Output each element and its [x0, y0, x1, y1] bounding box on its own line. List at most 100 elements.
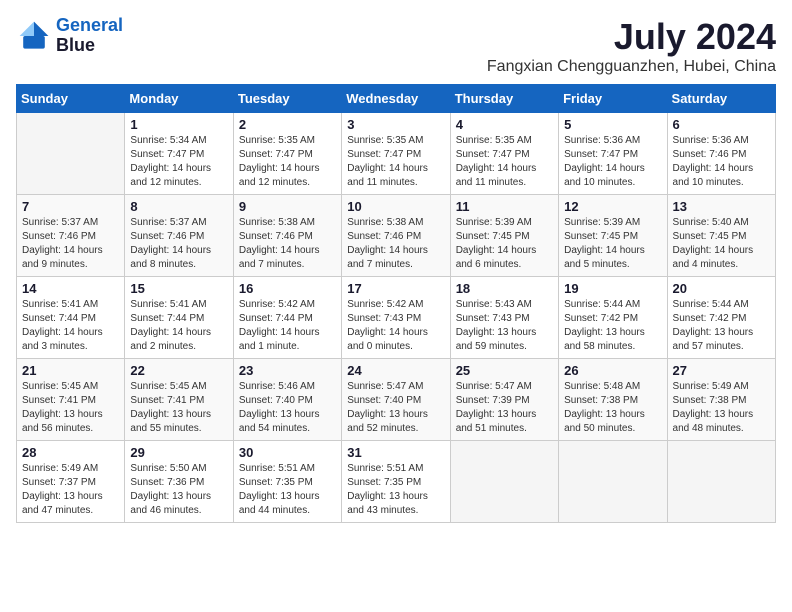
day-info: Sunrise: 5:46 AM Sunset: 7:40 PM Dayligh… [239, 380, 336, 436]
calendar-cell: 25Sunrise: 5:47 AM Sunset: 7:39 PM Dayli… [450, 359, 558, 441]
calendar-cell: 2 Sunrise: 5:35 AM Sunset: 7:47 PM Daylig… [233, 113, 341, 195]
day-number: 13 [673, 199, 770, 214]
day-number: 5 [564, 117, 661, 132]
calendar-cell: 6 Sunrise: 5:36 AM Sunset: 7:46 PM Daylig… [667, 113, 775, 195]
logo-icon [16, 18, 52, 54]
day-number: 4 [456, 117, 553, 132]
calendar-cell: 5 Sunrise: 5:36 AM Sunset: 7:47 PM Daylig… [559, 113, 667, 195]
day-info: Sunrise: 5:47 AM Sunset: 7:40 PM Dayligh… [347, 380, 444, 436]
day-info: Sunrise: 5:44 AM Sunset: 7:42 PM Dayligh… [564, 298, 661, 354]
day-number: 19 [564, 281, 661, 296]
calendar-cell [559, 441, 667, 523]
calendar-cell: 8Sunrise: 5:37 AM Sunset: 7:46 PM Daylig… [125, 195, 233, 277]
day-number: 24 [347, 363, 444, 378]
month-title: July 2024 [487, 16, 776, 58]
day-info: Sunrise: 5:37 AM Sunset: 7:46 PM Dayligh… [130, 216, 227, 272]
day-number: 10 [347, 199, 444, 214]
day-number: 25 [456, 363, 553, 378]
calendar-cell: 19 Sunrise: 5:44 AM Sunset: 7:42 PM Dayli… [559, 277, 667, 359]
day-info: Sunrise: 5:49 AM Sunset: 7:37 PM Dayligh… [22, 462, 119, 518]
calendar-cell: 14 Sunrise: 5:41 AM Sunset: 7:44 PM Dayli… [17, 277, 125, 359]
day-header-tuesday: Tuesday [233, 85, 341, 113]
calendar-cell: 29Sunrise: 5:50 AM Sunset: 7:36 PM Dayli… [125, 441, 233, 523]
day-info: Sunrise: 5:50 AM Sunset: 7:36 PM Dayligh… [130, 462, 227, 518]
day-info: Sunrise: 5:49 AM Sunset: 7:38 PM Dayligh… [673, 380, 770, 436]
title-area: July 2024 Fangxian Chengguanzhen, Hubei,… [487, 16, 776, 76]
day-number: 26 [564, 363, 661, 378]
calendar-cell: 31 Sunrise: 5:51 AM Sunset: 7:35 PM Dayli… [342, 441, 450, 523]
day-info: Sunrise: 5:43 AM Sunset: 7:43 PM Dayligh… [456, 298, 553, 354]
day-info: Sunrise: 5:36 AM Sunset: 7:46 PM Dayligh… [673, 134, 770, 190]
day-info: Sunrise: 5:42 AM Sunset: 7:44 PM Dayligh… [239, 298, 336, 354]
calendar-cell: 30 Sunrise: 5:51 AM Sunset: 7:35 PM Dayli… [233, 441, 341, 523]
calendar-week-4: 21Sunrise: 5:45 AM Sunset: 7:41 PM Dayli… [17, 359, 776, 441]
calendar-cell: 13 Sunrise: 5:40 AM Sunset: 7:45 PM Dayli… [667, 195, 775, 277]
calendar-cell: 7Sunrise: 5:37 AM Sunset: 7:46 PM Daylig… [17, 195, 125, 277]
day-number: 20 [673, 281, 770, 296]
day-info: Sunrise: 5:41 AM Sunset: 7:44 PM Dayligh… [22, 298, 119, 354]
day-header-monday: Monday [125, 85, 233, 113]
calendar-header-row: SundayMondayTuesdayWednesdayThursdayFrid… [17, 85, 776, 113]
calendar-cell: 9 Sunrise: 5:38 AM Sunset: 7:46 PM Daylig… [233, 195, 341, 277]
day-info: Sunrise: 5:48 AM Sunset: 7:38 PM Dayligh… [564, 380, 661, 436]
calendar-cell: 11 Sunrise: 5:39 AM Sunset: 7:45 PM Dayli… [450, 195, 558, 277]
logo-text: General Blue [56, 16, 123, 56]
day-number: 30 [239, 445, 336, 460]
calendar-cell: 4 Sunrise: 5:35 AM Sunset: 7:47 PM Daylig… [450, 113, 558, 195]
day-number: 11 [456, 199, 553, 214]
day-info: Sunrise: 5:35 AM Sunset: 7:47 PM Dayligh… [347, 134, 444, 190]
day-info: Sunrise: 5:51 AM Sunset: 7:35 PM Dayligh… [347, 462, 444, 518]
calendar-week-2: 7 Sunrise: 5:37 AM Sunset: 7:46 PM Daylig… [17, 195, 776, 277]
day-info: Sunrise: 5:35 AM Sunset: 7:47 PM Dayligh… [239, 134, 336, 190]
calendar-cell: 21Sunrise: 5:45 AM Sunset: 7:41 PM Dayli… [17, 359, 125, 441]
day-info: Sunrise: 5:51 AM Sunset: 7:35 PM Dayligh… [239, 462, 336, 518]
day-number: 16 [239, 281, 336, 296]
day-header-saturday: Saturday [667, 85, 775, 113]
calendar-cell: 27 Sunrise: 5:49 AM Sunset: 7:38 PM Dayli… [667, 359, 775, 441]
calendar-cell: 22Sunrise: 5:45 AM Sunset: 7:41 PM Dayli… [125, 359, 233, 441]
location-title: Fangxian Chengguanzhen, Hubei, China [487, 58, 776, 76]
calendar-cell: 24 Sunrise: 5:47 AM Sunset: 7:40 PM Dayli… [342, 359, 450, 441]
day-info: Sunrise: 5:42 AM Sunset: 7:43 PM Dayligh… [347, 298, 444, 354]
calendar-cell: 18 Sunrise: 5:43 AM Sunset: 7:43 PM Dayli… [450, 277, 558, 359]
calendar-cell: 10Sunrise: 5:38 AM Sunset: 7:46 PM Dayli… [342, 195, 450, 277]
calendar-cell [17, 113, 125, 195]
day-info: Sunrise: 5:39 AM Sunset: 7:45 PM Dayligh… [456, 216, 553, 272]
calendar-cell: 23 Sunrise: 5:46 AM Sunset: 7:40 PM Dayli… [233, 359, 341, 441]
day-number: 23 [239, 363, 336, 378]
calendar-cell: 17Sunrise: 5:42 AM Sunset: 7:43 PM Dayli… [342, 277, 450, 359]
day-number: 18 [456, 281, 553, 296]
day-number: 7 [22, 199, 119, 214]
calendar-cell: 28Sunrise: 5:49 AM Sunset: 7:37 PM Dayli… [17, 441, 125, 523]
day-header-wednesday: Wednesday [342, 85, 450, 113]
calendar-cell: 3Sunrise: 5:35 AM Sunset: 7:47 PM Daylig… [342, 113, 450, 195]
day-number: 27 [673, 363, 770, 378]
day-header-friday: Friday [559, 85, 667, 113]
logo-line2: Blue [56, 36, 123, 56]
day-info: Sunrise: 5:36 AM Sunset: 7:47 PM Dayligh… [564, 134, 661, 190]
calendar-cell: 16 Sunrise: 5:42 AM Sunset: 7:44 PM Dayli… [233, 277, 341, 359]
day-number: 14 [22, 281, 119, 296]
calendar-week-1: 1 Sunrise: 5:34 AM Sunset: 7:47 PM Daylig… [17, 113, 776, 195]
header: General Blue July 2024 Fangxian Chenggua… [16, 16, 776, 76]
day-info: Sunrise: 5:44 AM Sunset: 7:42 PM Dayligh… [673, 298, 770, 354]
day-info: Sunrise: 5:34 AM Sunset: 7:47 PM Dayligh… [130, 134, 227, 190]
calendar-week-3: 14 Sunrise: 5:41 AM Sunset: 7:44 PM Dayli… [17, 277, 776, 359]
day-number: 31 [347, 445, 444, 460]
calendar-cell [450, 441, 558, 523]
day-number: 21 [22, 363, 119, 378]
calendar-cell: 15Sunrise: 5:41 AM Sunset: 7:44 PM Dayli… [125, 277, 233, 359]
calendar-cell: 12Sunrise: 5:39 AM Sunset: 7:45 PM Dayli… [559, 195, 667, 277]
day-number: 9 [239, 199, 336, 214]
day-number: 2 [239, 117, 336, 132]
calendar-week-5: 28Sunrise: 5:49 AM Sunset: 7:37 PM Dayli… [17, 441, 776, 523]
day-info: Sunrise: 5:35 AM Sunset: 7:47 PM Dayligh… [456, 134, 553, 190]
day-number: 1 [130, 117, 227, 132]
day-info: Sunrise: 5:38 AM Sunset: 7:46 PM Dayligh… [239, 216, 336, 272]
day-number: 6 [673, 117, 770, 132]
day-info: Sunrise: 5:39 AM Sunset: 7:45 PM Dayligh… [564, 216, 661, 272]
calendar-cell: 1 Sunrise: 5:34 AM Sunset: 7:47 PM Daylig… [125, 113, 233, 195]
logo-line1: General [56, 15, 123, 35]
day-info: Sunrise: 5:40 AM Sunset: 7:45 PM Dayligh… [673, 216, 770, 272]
calendar-cell: 26 Sunrise: 5:48 AM Sunset: 7:38 PM Dayli… [559, 359, 667, 441]
